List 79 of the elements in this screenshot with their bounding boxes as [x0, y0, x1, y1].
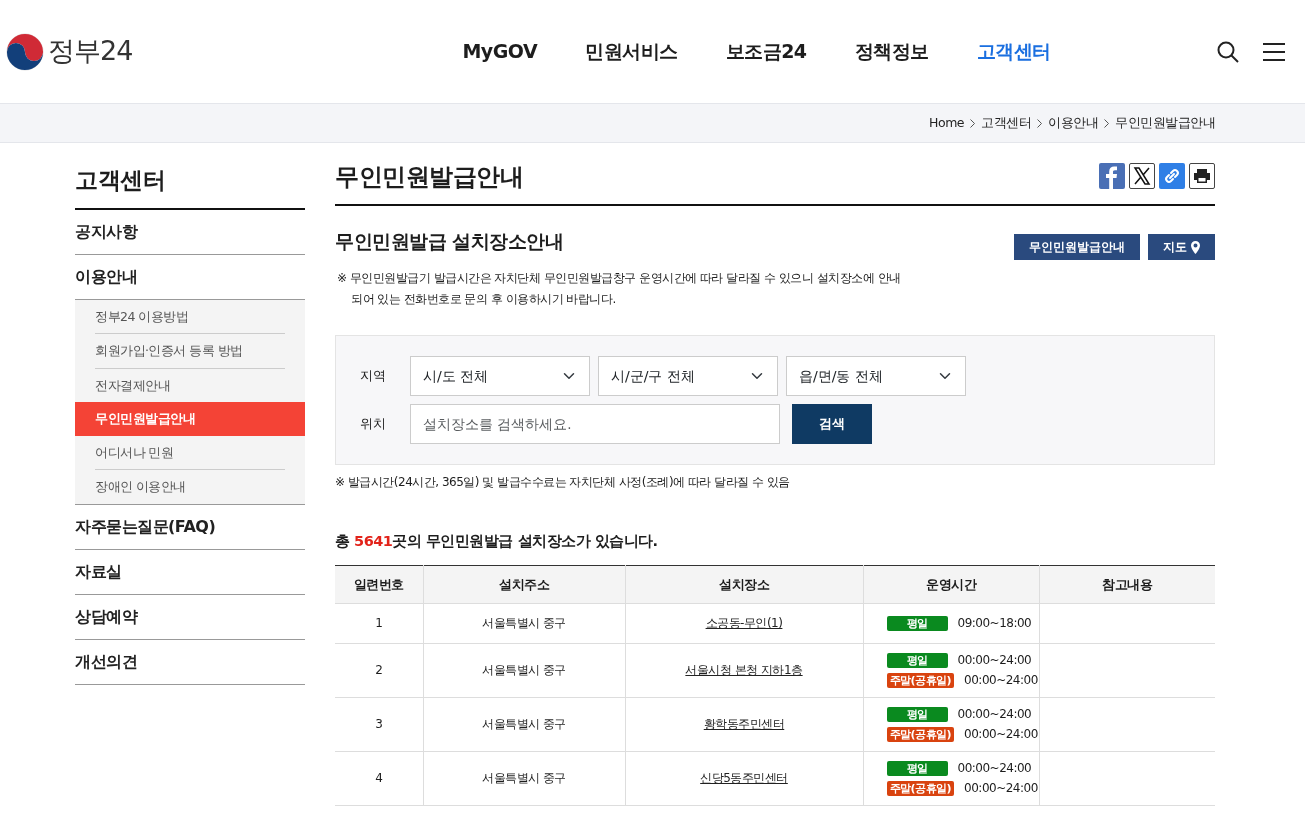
map-pin-icon: [1191, 240, 1200, 254]
section-title: 무인민원발급 설치장소안내: [335, 230, 564, 253]
location-label: 위치: [359, 415, 386, 434]
submenu-item[interactable]: 장애인 이용안내: [95, 470, 285, 504]
hours-text: 00:00~24:00: [957, 760, 1032, 778]
place-link[interactable]: 황학동주민센터: [703, 717, 785, 732]
chevron-icon: [970, 118, 975, 128]
table-cell: 서울특별시 중구: [423, 603, 625, 644]
column-header: 일련번호: [335, 565, 423, 604]
fee-note-text: ※ 발급시간(24시간, 365일) 및 발급수수료는 자치단체 사정(조례)에 따라 달라질 수 있음: [335, 474, 791, 491]
column-header: 설치장소: [625, 565, 863, 604]
x-share-icon[interactable]: [1129, 163, 1155, 189]
hours-text: 00:00~24:00: [964, 726, 1038, 744]
hours-text: 00:00~24:00: [957, 706, 1032, 724]
table-cell: 1: [335, 603, 423, 644]
sidebar-item[interactable]: 자료실: [75, 549, 305, 595]
breadcrumb-link[interactable]: 이용안내: [1048, 113, 1098, 133]
hours-tag: 평일: [886, 706, 948, 722]
hours-text: 00:00~24:00: [964, 780, 1038, 798]
table-cell: 서울특별시 중구: [423, 697, 625, 752]
section-button[interactable]: 무인민원발급안내: [1014, 234, 1140, 260]
nav-link[interactable]: 보조금24: [701, 37, 831, 66]
notice-text: ※ 무인민원발급기 발급시간은 자치단체 무인민원발급창구 운영시간에 따라 달라질 수 있으니 설치장소에 안내되어 있는 전화번호로 문의 후 이용하시기 바랍니다.: [337, 270, 902, 308]
chevron-icon: [1037, 118, 1042, 128]
chevron-icon: [1104, 118, 1109, 128]
hours-text: 00:00~24:00: [957, 652, 1032, 670]
total-count-text: 총 5641곳의 무인민원발급 설치장소가 있습니다.: [335, 532, 659, 551]
sidebar-item[interactable]: 이용안내: [75, 254, 305, 300]
hours-tag: 주말(공휴일): [886, 780, 955, 796]
sidebar-title: 고객센터: [75, 143, 305, 210]
menu-icon[interactable]: [1263, 41, 1285, 62]
breadcrumb-link[interactable]: Home: [929, 113, 964, 133]
print-icon[interactable]: [1189, 163, 1215, 189]
hours-tag: 평일: [886, 760, 948, 776]
link-icon[interactable]: [1159, 163, 1185, 189]
place-link[interactable]: 서울시청 본청 지하1층: [685, 663, 803, 678]
sidebar-item[interactable]: 공지사항: [75, 209, 305, 255]
submenu-item[interactable]: 정부24 이용방법: [95, 299, 285, 333]
nav-link[interactable]: 민원서비스: [561, 37, 702, 66]
hours-text: 09:00~18:00: [957, 615, 1032, 633]
hours-tag: 평일: [886, 615, 948, 631]
logo-icon[interactable]: [6, 32, 44, 71]
hours-tag: 주말(공휴일): [886, 672, 955, 688]
nav-link[interactable]: 정책정보: [830, 37, 953, 66]
sidebar-item[interactable]: 개선의견: [75, 639, 305, 685]
sidebar-item[interactable]: 상담예약: [75, 594, 305, 640]
submenu-item[interactable]: 어디서나 민원: [95, 435, 285, 469]
column-header: 참고내용: [1039, 565, 1215, 604]
column-header: 설치주소: [423, 565, 625, 604]
hours-tag: 주말(공휴일): [886, 726, 955, 742]
sidebar-item[interactable]: 자주묻는질문(FAQ): [75, 504, 305, 550]
facebook-icon[interactable]: [1099, 163, 1125, 189]
breadcrumb-link[interactable]: 고객센터: [981, 113, 1031, 133]
submenu-item[interactable]: 무인민원발급안내: [75, 402, 305, 436]
table-cell: 서울특별시 중구: [423, 643, 625, 698]
table-cell: 서울특별시 중구: [423, 751, 625, 806]
region-select[interactable]: 시/군/구 전체: [598, 356, 778, 396]
region-select[interactable]: 읍/면/동 전체: [786, 356, 966, 396]
nav-link[interactable]: MyGOV: [438, 37, 562, 66]
breadcrumb-link[interactable]: 무인민원발급안내: [1115, 113, 1215, 133]
region-label: 지역: [359, 367, 386, 386]
column-header: 운영시간: [863, 565, 1040, 604]
table-cell: 2: [335, 643, 423, 698]
region-select[interactable]: 시/도 전체: [410, 356, 590, 396]
logo-text[interactable]: 정부24: [48, 31, 133, 72]
search-button[interactable]: 검색: [792, 404, 872, 444]
search-icon[interactable]: [1217, 40, 1239, 63]
place-link[interactable]: 신당5동주민센터: [700, 771, 788, 786]
table-cell: 4: [335, 751, 423, 806]
search-field[interactable]: 설치장소를 검색하세요.: [410, 404, 780, 444]
page-title: 무인민원발급안내: [335, 163, 523, 192]
submenu-item[interactable]: 전자결제안내: [95, 368, 285, 402]
hours-text: 00:00~24:00: [964, 672, 1038, 690]
submenu-item[interactable]: 회원가입·인증서 등록 방법: [95, 334, 285, 368]
hours-tag: 평일: [886, 652, 948, 668]
table-cell: 3: [335, 697, 423, 752]
nav-link[interactable]: 고객센터: [952, 37, 1075, 66]
section-button[interactable]: 지도: [1148, 234, 1215, 260]
place-link[interactable]: 소공동-무인(1): [705, 616, 783, 631]
